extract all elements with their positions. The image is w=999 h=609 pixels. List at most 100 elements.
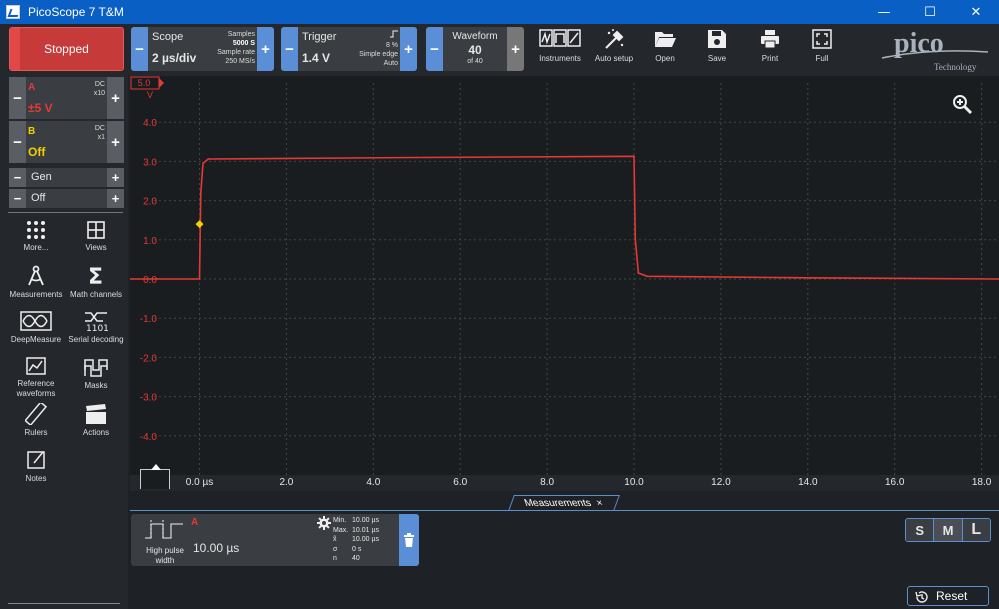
gear-icon[interactable]: [317, 516, 331, 530]
x-tick-label: 16.0: [884, 477, 905, 488]
tool-actions-label: Actions: [82, 428, 110, 437]
printer-icon: [761, 30, 779, 49]
measurement-name: High pulse width: [146, 546, 184, 565]
reset-button[interactable]: Reset: [907, 586, 989, 606]
channel-b-control[interactable]: − B DC x1 Off +: [9, 121, 124, 163]
trigger-level: 1.4 V: [302, 51, 331, 65]
channel-a-name: A: [28, 82, 36, 93]
y-tick-label: 2.0: [143, 197, 157, 208]
y-tick-label: -3.0: [140, 393, 158, 404]
measurements-tab-label: Measurements: [523, 498, 594, 509]
stat-row: σ0 s: [333, 545, 362, 553]
tool-serial-decoding[interactable]: 1101 Serial decoding: [68, 310, 124, 345]
trigger-control[interactable]: − Trigger 1.4 V 8 % Simple edge Auto +: [281, 27, 417, 71]
run-stop-button[interactable]: Stopped: [9, 27, 124, 71]
timebase-minus-button[interactable]: −: [131, 27, 148, 71]
y-tick-label: 0.0: [143, 275, 157, 286]
instruments-label: Instruments: [539, 54, 581, 63]
gen-state-plus-button[interactable]: +: [107, 189, 124, 208]
size-option-m[interactable]: M: [934, 519, 963, 541]
open-button[interactable]: Open: [639, 28, 691, 63]
reset-history-icon: [915, 591, 928, 603]
stat-row: n 40: [333, 555, 360, 562]
svg-text:1101: 1101: [86, 324, 109, 332]
print-button[interactable]: Print: [744, 28, 796, 63]
scope-chart[interactable]: 4.03.02.01.00.0-1.0-2.0-3.0-4.0-5.05.0V: [129, 76, 999, 488]
full-screen-button[interactable]: Full: [796, 28, 848, 63]
generator-state-control[interactable]: − Off +: [9, 189, 124, 208]
tool-measurements-label: Measurements: [9, 290, 63, 299]
channel-b-range: Off: [28, 145, 46, 159]
instruments-button[interactable]: Instruments: [534, 28, 586, 63]
channel-b-minus-button[interactable]: −: [9, 121, 26, 163]
series-point: [200, 191, 202, 194]
channel-a-minus-button[interactable]: −: [9, 77, 26, 119]
run-stop-label: Stopped: [44, 42, 89, 56]
y-unit-label: V: [147, 90, 153, 100]
print-label: Print: [761, 54, 779, 63]
tool-notes[interactable]: Notes: [8, 449, 64, 484]
size-option-l[interactable]: L: [962, 519, 990, 541]
gen-minus-button[interactable]: −: [9, 168, 26, 187]
scope-sample-info: Samples 5000 S Sample rate 250 MS/s: [217, 31, 255, 65]
tool-reference-waveforms[interactable]: Reference waveforms: [8, 356, 64, 399]
tool-deepmeasure-label: DeepMeasure: [10, 335, 62, 344]
notes-icon: [27, 451, 45, 469]
generator-control[interactable]: − Gen +: [9, 168, 124, 187]
maximize-button[interactable]: ☐: [907, 0, 953, 24]
x-tick-label: 0.0 µs: [185, 477, 214, 488]
gen-state-minus-button[interactable]: −: [9, 189, 26, 208]
series-point: [637, 272, 640, 274]
tool-rulers[interactable]: Rulers: [8, 403, 64, 438]
measurements-tab-close[interactable]: ×: [595, 498, 605, 509]
channel-b-plus-button[interactable]: +: [107, 121, 124, 163]
waveform-control[interactable]: − Waveform 40 of 40 +: [426, 27, 524, 71]
ruler-icon: [25, 403, 47, 425]
trigger-plus-button[interactable]: +: [400, 27, 417, 71]
waveform-minus-button[interactable]: −: [426, 27, 443, 71]
series-point: [634, 239, 637, 241]
tool-views[interactable]: Views: [68, 220, 124, 253]
timebase-plus-button[interactable]: +: [257, 27, 274, 71]
delete-measurement-button[interactable]: [399, 514, 419, 566]
series-line-A: [130, 155, 999, 280]
channel-a-plus-button[interactable]: +: [107, 77, 124, 119]
gen-plus-button[interactable]: +: [107, 168, 124, 187]
scope-control[interactable]: − Scope 2 µs/div Samples 5000 S Sample r…: [131, 27, 274, 71]
x-tick-label: 12.0: [711, 477, 731, 488]
x-tick-label: 6.0: [453, 477, 468, 488]
scope-plot-area[interactable]: 4.03.02.01.00.0-1.0-2.0-3.0-4.0-5.05.0V: [129, 76, 999, 488]
svg-text:Σ: Σ: [88, 265, 103, 287]
measurement-card[interactable]: A High pulse width 10.00 µs Min. 10.00 µs…: [131, 514, 419, 566]
instruments-icon: [539, 29, 581, 47]
tool-reference-waveforms-label: Reference waveforms: [16, 379, 56, 398]
deepmeasure-icon: [20, 311, 52, 331]
tool-more[interactable]: More...: [8, 220, 64, 253]
y-tick-label: -4.0: [140, 432, 158, 443]
gen-label: Gen: [31, 171, 52, 183]
channel-a-control[interactable]: − A DC x10 ±5 V +: [9, 77, 124, 119]
save-button[interactable]: Save: [691, 28, 743, 63]
minimize-button[interactable]: —: [861, 0, 907, 24]
measurements-tab[interactable]: Measurements ×: [508, 495, 620, 511]
tool-measurements[interactable]: Measurements: [8, 265, 64, 300]
tool-masks[interactable]: Masks: [68, 356, 124, 391]
trigger-minus-button[interactable]: −: [281, 27, 298, 71]
auto-setup-button[interactable]: Auto setup: [588, 28, 640, 63]
svg-text:Technology: Technology: [934, 62, 977, 72]
views-grid-icon: [87, 221, 105, 239]
tool-deepmeasure[interactable]: DeepMeasure: [8, 310, 64, 345]
x-axis: 0.0 µs 2.0 4.0 6.0 8.0 10.0 12.0 14.0 16.0 18.0: [130, 464, 999, 491]
trigger-time-cursor[interactable]: [140, 464, 170, 489]
size-option-s[interactable]: S: [906, 519, 935, 541]
tool-math-channels[interactable]: Σ Math channels: [68, 265, 124, 300]
close-button[interactable]: ✕: [953, 0, 999, 24]
size-selector[interactable]: S M L: [905, 518, 991, 542]
gen-state-label: Off: [31, 192, 46, 204]
measurement-value: 10.00 µs: [193, 541, 240, 555]
measurement-stats: Min. 10.00 µs Max. 10.01 µs x̃ 10.00 µs σ0 …: [333, 516, 379, 564]
tool-actions[interactable]: Actions: [68, 403, 124, 438]
scope-label: Scope: [152, 31, 184, 43]
waveform-plus-button[interactable]: +: [507, 27, 524, 71]
zoom-icon[interactable]: [952, 94, 974, 116]
